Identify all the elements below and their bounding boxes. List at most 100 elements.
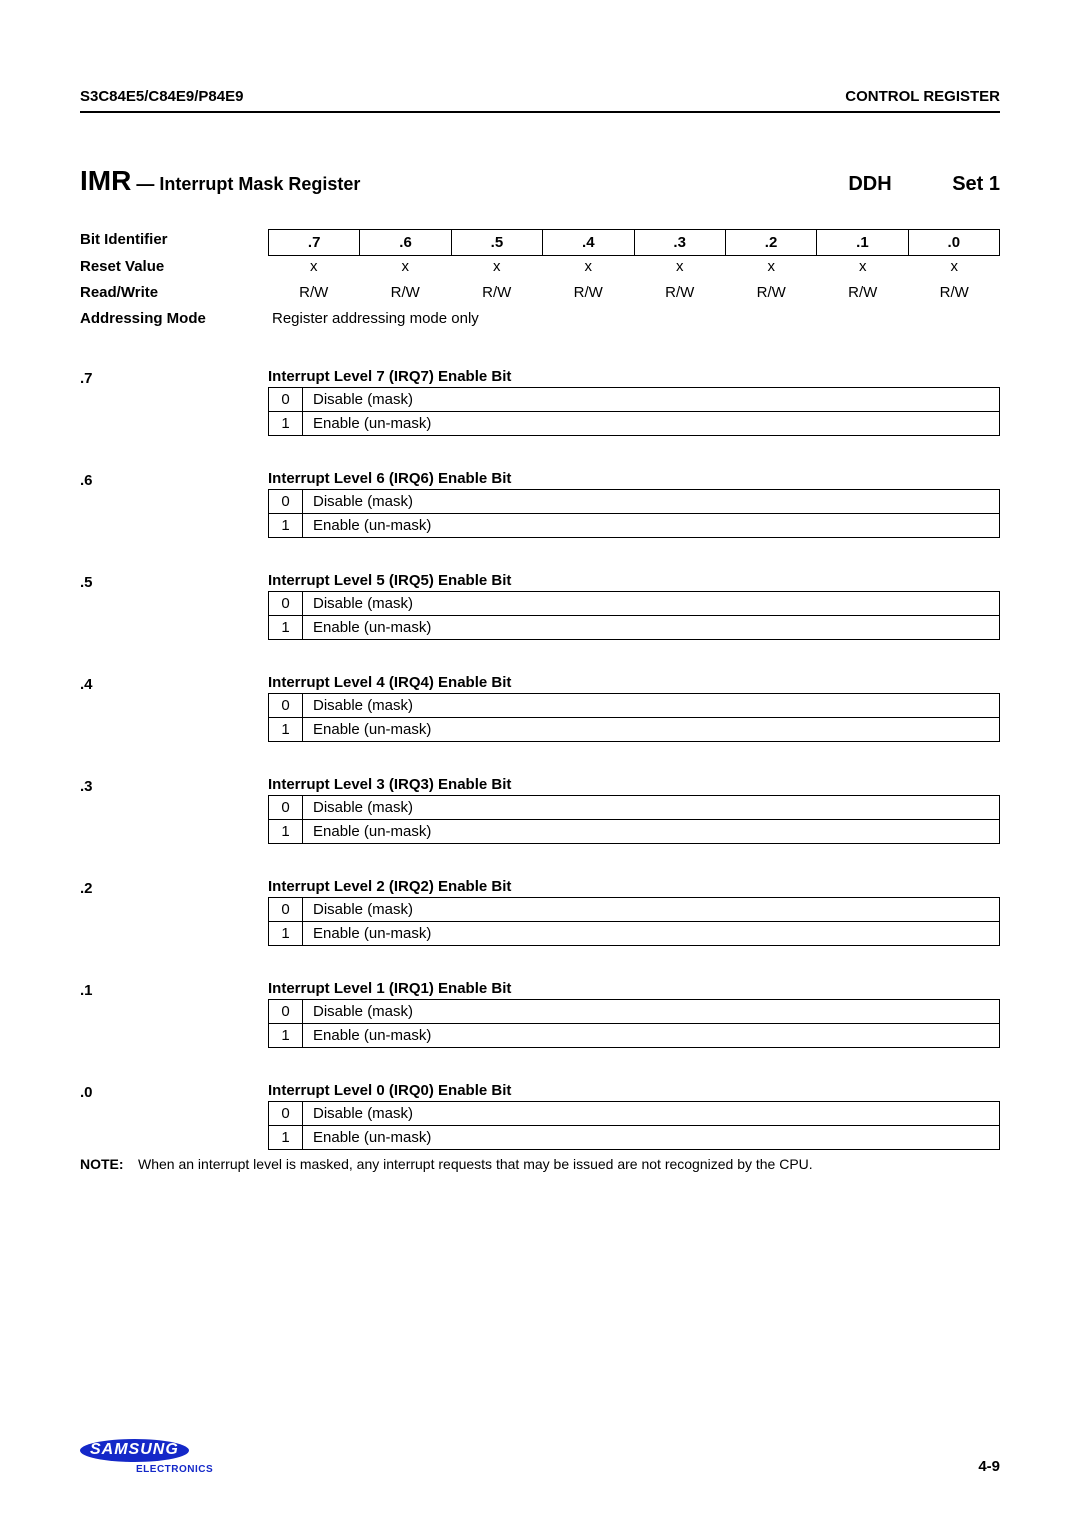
- bit-id-cell: .0: [909, 229, 1000, 256]
- addressing-mode-text: Register addressing mode only: [268, 308, 479, 334]
- bit-option-value: 1: [269, 1126, 303, 1149]
- samsung-logo: SAMSUNG ELECTRONICS: [80, 1439, 213, 1475]
- bit-section-title: Interrupt Level 3 (IRQ3) Enable Bit: [268, 776, 1000, 793]
- note: NOTE: When an interrupt level is masked,…: [80, 1156, 1000, 1172]
- bit-option-table: 0Disable (mask)1Enable (un-mask): [268, 795, 1000, 844]
- bit-section: .4Interrupt Level 4 (IRQ4) Enable Bit0Di…: [80, 674, 1000, 742]
- bit-option-table: 0Disable (mask)1Enable (un-mask): [268, 693, 1000, 742]
- bit-number-label: .0: [80, 1082, 268, 1150]
- bit-number-label: .2: [80, 878, 268, 946]
- bit-id-cell: .2: [726, 229, 817, 256]
- summary-cell: R/W: [634, 282, 726, 308]
- bit-section-title: Interrupt Level 7 (IRQ7) Enable Bit: [268, 368, 1000, 385]
- summary-label: Read/Write: [80, 282, 268, 308]
- bit-option-row: 1Enable (un-mask): [269, 921, 999, 945]
- bit-number-label: .6: [80, 470, 268, 538]
- bit-option-row: 0Disable (mask): [269, 796, 999, 819]
- bit-option-desc: Disable (mask): [303, 1000, 999, 1023]
- bit-number-label: .3: [80, 776, 268, 844]
- summary-row: Addressing ModeRegister addressing mode …: [80, 308, 1000, 334]
- summary-row: Reset Valuexxxxxxxx: [80, 256, 1000, 282]
- bit-option-desc: Enable (un-mask): [303, 718, 999, 741]
- bit-option-desc: Disable (mask): [303, 694, 999, 717]
- summary-cell: x: [726, 256, 818, 282]
- bit-number-label: .5: [80, 572, 268, 640]
- bit-section: .1Interrupt Level 1 (IRQ1) Enable Bit0Di…: [80, 980, 1000, 1048]
- bit-section: .6Interrupt Level 6 (IRQ6) Enable Bit 0Di…: [80, 470, 1000, 538]
- bit-option-value: 1: [269, 514, 303, 537]
- bit-option-row: 0Disable (mask): [269, 388, 999, 411]
- bit-option-desc: Disable (mask): [303, 490, 999, 513]
- bit-section: .0Interrupt Level 0 (IRQ0) Enable Bit 0Di…: [80, 1082, 1000, 1150]
- bit-option-value: 1: [269, 1024, 303, 1047]
- summary-cell: R/W: [726, 282, 818, 308]
- bit-option-row: 0Disable (mask): [269, 694, 999, 717]
- summary-cell: x: [360, 256, 452, 282]
- bit-section: .2Interrupt Level 2 (IRQ2) Enable Bit 0Di…: [80, 878, 1000, 946]
- bit-id-cell: .5: [452, 229, 543, 256]
- bit-option-row: 0Disable (mask): [269, 490, 999, 513]
- bit-option-desc: Disable (mask): [303, 898, 999, 921]
- brand-sub: ELECTRONICS: [136, 1464, 213, 1475]
- bit-option-value: 1: [269, 616, 303, 639]
- summary-cell: x: [268, 256, 360, 282]
- note-text: When an interrupt level is masked, any i…: [138, 1156, 813, 1172]
- bit-option-desc: Enable (un-mask): [303, 1126, 999, 1149]
- bit-id-cell: .4: [543, 229, 634, 256]
- bit-number-label: .7: [80, 368, 268, 436]
- bit-section-title: Interrupt Level 4 (IRQ4) Enable Bit: [268, 674, 1000, 691]
- page-number: 4-9: [978, 1458, 1000, 1475]
- register-set: Set 1: [930, 173, 1000, 196]
- bit-option-value: 0: [269, 490, 303, 513]
- summary-cell: R/W: [360, 282, 452, 308]
- bit-option-value: 1: [269, 412, 303, 435]
- bit-option-row: 1Enable (un-mask): [269, 615, 999, 639]
- summary-cell: R/W: [451, 282, 543, 308]
- bit-option-desc: Disable (mask): [303, 1102, 999, 1125]
- summary-cell: x: [817, 256, 909, 282]
- bit-option-value: 0: [269, 592, 303, 615]
- bit-option-desc: Disable (mask): [303, 592, 999, 615]
- bit-option-row: 0Disable (mask): [269, 1000, 999, 1023]
- bit-option-value: 1: [269, 820, 303, 843]
- bit-option-table: 0Disable (mask)1Enable (un-mask): [268, 387, 1000, 436]
- summary-cell: x: [634, 256, 726, 282]
- summary-cell: R/W: [268, 282, 360, 308]
- bit-option-table: 0Disable (mask)1Enable (un-mask): [268, 591, 1000, 640]
- bit-option-table: 0Disable (mask)1Enable (un-mask): [268, 489, 1000, 538]
- bit-option-row: 1Enable (un-mask): [269, 717, 999, 741]
- bit-option-desc: Enable (un-mask): [303, 922, 999, 945]
- bit-option-row: 1Enable (un-mask): [269, 411, 999, 435]
- bit-section: .3Interrupt Level 3 (IRQ3) Enable Bit 0Di…: [80, 776, 1000, 844]
- summary-row: Read/WriteR/WR/WR/WR/WR/WR/WR/WR/W: [80, 282, 1000, 308]
- bit-id-cell: .3: [635, 229, 726, 256]
- bit-option-row: 0Disable (mask): [269, 898, 999, 921]
- bit-option-desc: Enable (un-mask): [303, 412, 999, 435]
- page-footer: SAMSUNG ELECTRONICS 4-9: [80, 1439, 1000, 1475]
- page-header: S3C84E5/C84E9/P84E9 CONTROL REGISTER: [80, 88, 1000, 113]
- summary-cell: R/W: [543, 282, 635, 308]
- register-title-row: IMR — Interrupt Mask Register DDH Set 1: [80, 165, 1000, 197]
- header-right: CONTROL REGISTER: [845, 88, 1000, 105]
- bit-section-title: Interrupt Level 0 (IRQ0) Enable Bit: [268, 1082, 1000, 1099]
- bit-option-desc: Enable (un-mask): [303, 616, 999, 639]
- bit-option-value: 0: [269, 694, 303, 717]
- summary-label: Bit Identifier: [80, 229, 268, 256]
- summary-cell: x: [451, 256, 543, 282]
- bit-option-row: 1Enable (un-mask): [269, 513, 999, 537]
- bit-option-table: 0Disable (mask)1Enable (un-mask): [268, 1101, 1000, 1150]
- summary-cell: x: [543, 256, 635, 282]
- summary-cell: R/W: [909, 282, 1001, 308]
- bit-option-row: 0Disable (mask): [269, 1102, 999, 1125]
- summary-cell: R/W: [817, 282, 909, 308]
- bit-section: .7Interrupt Level 7 (IRQ7) Enable Bit 0Di…: [80, 368, 1000, 436]
- summary-label: Addressing Mode: [80, 308, 268, 334]
- bit-option-row: 0Disable (mask): [269, 592, 999, 615]
- bit-option-value: 0: [269, 898, 303, 921]
- bit-section-title: Interrupt Level 2 (IRQ2) Enable Bit: [268, 878, 1000, 895]
- register-title: IMR — Interrupt Mask Register: [80, 165, 360, 197]
- bit-option-value: 1: [269, 718, 303, 741]
- header-left: S3C84E5/C84E9/P84E9: [80, 88, 243, 105]
- bit-section-title: Interrupt Level 6 (IRQ6) Enable Bit: [268, 470, 1000, 487]
- bit-option-value: 0: [269, 1000, 303, 1023]
